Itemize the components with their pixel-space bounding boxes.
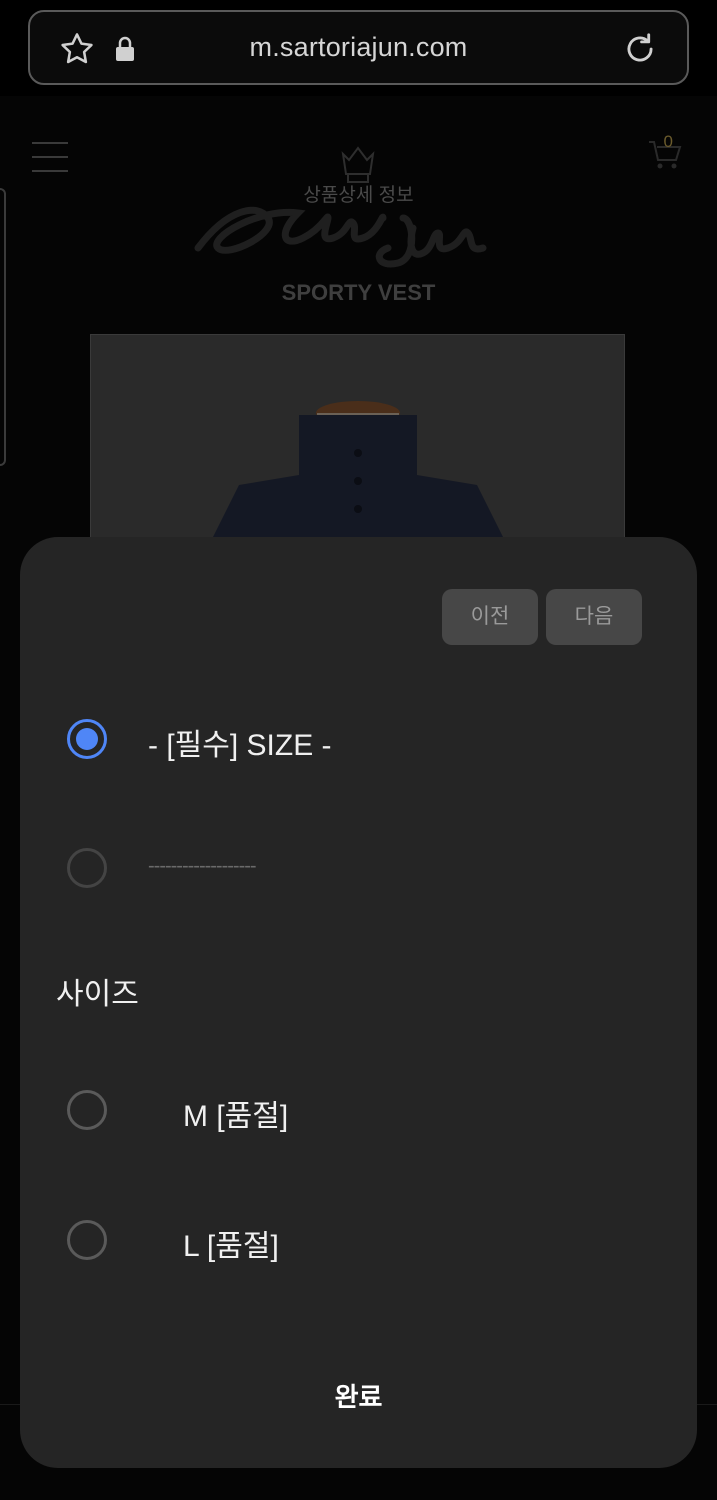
reload-icon[interactable] bbox=[621, 30, 659, 68]
option-item-separator: ------------------- bbox=[20, 823, 697, 913]
radio-button-disabled bbox=[67, 848, 107, 888]
option-item-size-placeholder[interactable]: - [필수] SIZE - bbox=[20, 694, 697, 784]
radio-button-selected[interactable] bbox=[67, 719, 107, 759]
radio-button[interactable] bbox=[67, 1090, 107, 1130]
cart-count: 0 bbox=[663, 132, 673, 151]
page: m.sartoriajun.com 상품상세 정보 0 SPORTY VEST bbox=[0, 0, 717, 1500]
option-item-size-m[interactable]: M [품절] bbox=[20, 1065, 697, 1155]
option-label: M [품절] bbox=[183, 1100, 289, 1133]
radio-button[interactable] bbox=[67, 1220, 107, 1260]
product-image bbox=[90, 334, 625, 554]
vest-image bbox=[91, 335, 624, 553]
address-bar[interactable]: m.sartoriajun.com bbox=[28, 10, 689, 85]
done-button[interactable]: 완료 bbox=[20, 1377, 697, 1414]
option-item-size-l[interactable]: L [품절] bbox=[20, 1195, 697, 1285]
option-bottom-sheet: 이전 다음 - [필수] SIZE - ------------------- … bbox=[20, 537, 697, 1468]
side-panel-handle[interactable] bbox=[0, 188, 6, 466]
option-label: L [품절] bbox=[183, 1230, 279, 1263]
menu-icon[interactable] bbox=[32, 142, 68, 172]
option-group-label: 사이즈 bbox=[56, 978, 139, 1011]
next-button[interactable]: 다음 bbox=[546, 589, 642, 645]
browser-toolbar: m.sartoriajun.com bbox=[0, 0, 717, 96]
option-label: ------------------- bbox=[148, 855, 257, 877]
product-name: SPORTY VEST bbox=[281, 280, 436, 305]
url-text[interactable]: m.sartoriajun.com bbox=[30, 32, 687, 63]
option-label: - [필수] SIZE - bbox=[148, 729, 332, 762]
brand-logo bbox=[194, 206, 487, 268]
previous-button[interactable]: 이전 bbox=[442, 589, 538, 645]
